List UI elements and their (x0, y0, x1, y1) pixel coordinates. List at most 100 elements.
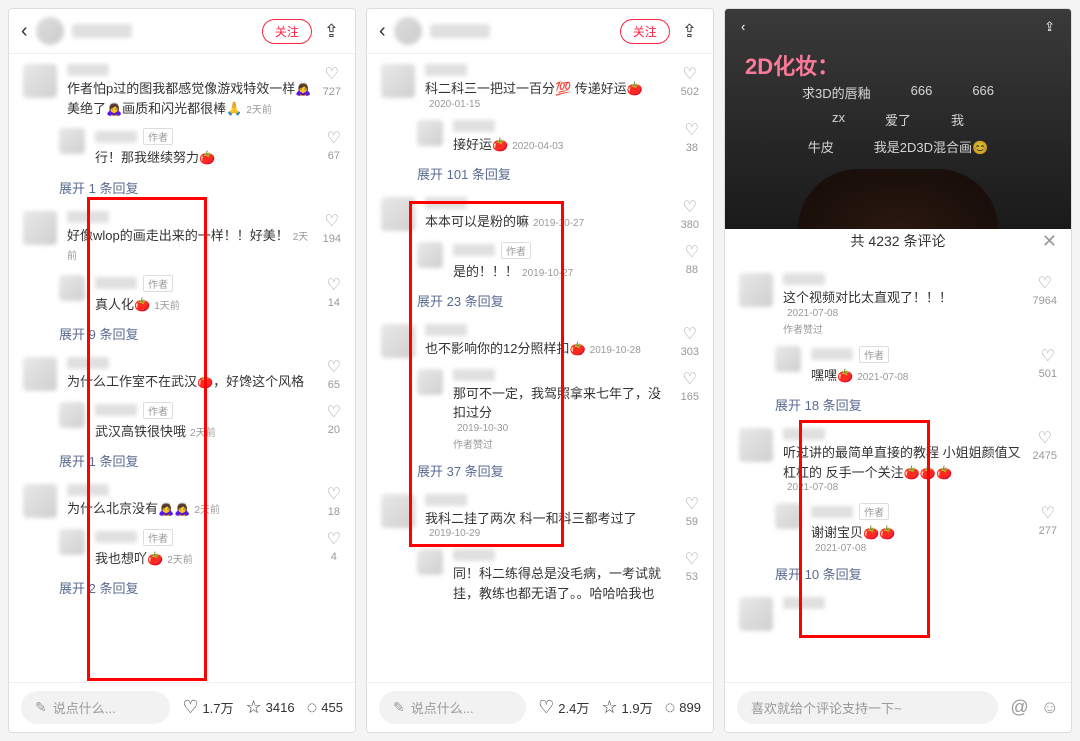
avatar[interactable] (59, 402, 85, 428)
avatar[interactable] (775, 503, 801, 529)
avatar[interactable] (739, 597, 773, 631)
commenter-name[interactable] (811, 506, 853, 518)
expand-replies[interactable]: 展开 2 条回复 (9, 572, 355, 605)
author-avatar[interactable] (394, 17, 422, 45)
like-button[interactable]: ♡7964 (1033, 273, 1057, 336)
author-name[interactable] (430, 24, 490, 38)
like-stat[interactable]: ♡1.7万 (182, 697, 233, 718)
avatar[interactable] (381, 197, 415, 231)
back-icon[interactable]: ‹ (741, 19, 745, 35)
commenter-name[interactable] (783, 428, 825, 440)
avatar[interactable] (739, 273, 773, 307)
avatar[interactable] (417, 120, 443, 146)
commenter-name[interactable] (783, 273, 825, 285)
avatar[interactable] (59, 529, 85, 555)
commenter-name[interactable] (453, 120, 495, 132)
commenter-name[interactable] (95, 531, 137, 543)
author-liked-badge: 作者赞过 (783, 321, 1023, 336)
close-icon[interactable]: ✕ (1042, 231, 1057, 252)
commenter-name[interactable] (453, 369, 495, 381)
comment-stat[interactable]: ◌455 (307, 697, 343, 718)
avatar[interactable] (59, 128, 85, 154)
comment-list[interactable]: 科二科三一把过一百分💯 传递好运🍅2020-01-15♡502 接好运🍅2020… (367, 54, 713, 682)
like-button[interactable]: ♡502 (681, 64, 699, 110)
share-icon[interactable]: ⇪ (1044, 19, 1055, 35)
comment-input[interactable]: ✎说点什么... (21, 691, 170, 724)
like-button[interactable]: ♡67 (327, 128, 341, 168)
commenter-name[interactable] (425, 197, 467, 209)
mention-icon[interactable]: @ (1010, 697, 1028, 718)
expand-replies[interactable]: 展开 37 条回复 (367, 455, 713, 488)
share-icon[interactable]: ⇪ (678, 21, 701, 42)
avatar[interactable] (23, 211, 57, 245)
comment-stat[interactable]: ◌899 (665, 697, 701, 718)
commenter-name[interactable] (67, 211, 109, 223)
avatar[interactable] (417, 549, 443, 575)
avatar[interactable] (23, 64, 57, 98)
like-button[interactable]: ♡14 (327, 275, 341, 315)
comment-list[interactable]: 作者怕p过的图我都感觉像游戏特效一样🙇‍♀️美绝了🙇‍♀️画质和闪光都很棒🙏2天… (9, 54, 355, 682)
like-button[interactable]: ♡194 (323, 211, 341, 265)
expand-replies[interactable]: 展开 101 条回复 (367, 158, 713, 191)
follow-button[interactable]: 关注 (620, 19, 670, 44)
commenter-name[interactable] (95, 277, 137, 289)
avatar[interactable] (59, 275, 85, 301)
like-button[interactable]: ♡20 (327, 402, 341, 442)
commenter-name[interactable] (453, 549, 495, 561)
commenter-name[interactable] (425, 64, 467, 76)
commenter-name[interactable] (453, 244, 495, 256)
like-button[interactable]: ♡2475 (1033, 428, 1057, 493)
expand-replies[interactable]: 展开 10 条回复 (725, 558, 1071, 591)
like-button[interactable]: ♡38 (685, 120, 699, 155)
avatar[interactable] (417, 369, 443, 395)
comment-input[interactable]: 喜欢就给个评论支持一下~ (737, 691, 998, 724)
commenter-name[interactable] (67, 357, 109, 369)
avatar[interactable] (381, 324, 415, 358)
avatar[interactable] (381, 494, 415, 528)
like-stat[interactable]: ♡2.4万 (538, 697, 589, 718)
like-button[interactable]: ♡303 (681, 324, 699, 359)
like-button[interactable]: ♡277 (1039, 503, 1057, 554)
like-button[interactable]: ♡53 (685, 549, 699, 603)
author-name[interactable] (72, 24, 132, 38)
commenter-name[interactable] (811, 348, 853, 360)
emoji-icon[interactable]: ☺ (1041, 697, 1059, 718)
like-button[interactable]: ♡65 (327, 357, 341, 392)
commenter-name[interactable] (67, 484, 109, 496)
like-button[interactable]: ♡18 (327, 484, 341, 519)
avatar[interactable] (23, 357, 57, 391)
video-preview[interactable]: ‹ ⇪ 2D化妆： 求3D的唇釉666666 zx爱了我 牛皮我是2D3D混合画… (725, 9, 1071, 229)
avatar[interactable] (775, 346, 801, 372)
avatar[interactable] (381, 64, 415, 98)
commenter-name[interactable] (95, 404, 137, 416)
author-avatar[interactable] (36, 17, 64, 45)
star-stat[interactable]: ☆3416 (246, 697, 295, 718)
like-button[interactable]: ♡380 (681, 197, 699, 232)
expand-replies[interactable]: 展开 23 条回复 (367, 285, 713, 318)
expand-replies[interactable]: 展开 1 条回复 (9, 172, 355, 205)
like-button[interactable]: ♡88 (685, 242, 699, 282)
like-button[interactable]: ♡4 (327, 529, 341, 569)
star-stat[interactable]: ☆1.9万 (601, 697, 652, 718)
like-button[interactable]: ♡501 (1039, 346, 1057, 386)
back-icon[interactable]: ‹ (21, 20, 28, 43)
expand-replies[interactable]: 展开 1 条回复 (9, 445, 355, 478)
comment-input[interactable]: ✎说点什么... (379, 691, 526, 724)
commenter-name[interactable] (425, 494, 467, 506)
commenter-name[interactable] (425, 324, 467, 336)
expand-replies[interactable]: 展开 18 条回复 (725, 389, 1071, 422)
like-button[interactable]: ♡165 (681, 369, 699, 451)
avatar[interactable] (739, 428, 773, 462)
back-icon[interactable]: ‹ (379, 20, 386, 43)
avatar[interactable] (417, 242, 443, 268)
comment-list[interactable]: 这个视频对比太直观了！！！2021-07-08作者赞过♡7964 作者嘿嘿🍅20… (725, 263, 1071, 682)
follow-button[interactable]: 关注 (262, 19, 312, 44)
like-button[interactable]: ♡59 (685, 494, 699, 540)
commenter-name[interactable] (783, 597, 825, 609)
expand-replies[interactable]: 展开 9 条回复 (9, 318, 355, 351)
like-button[interactable]: ♡727 (323, 64, 341, 118)
commenter-name[interactable] (95, 131, 137, 143)
share-icon[interactable]: ⇪ (320, 21, 343, 42)
commenter-name[interactable] (67, 64, 109, 76)
avatar[interactable] (23, 484, 57, 518)
